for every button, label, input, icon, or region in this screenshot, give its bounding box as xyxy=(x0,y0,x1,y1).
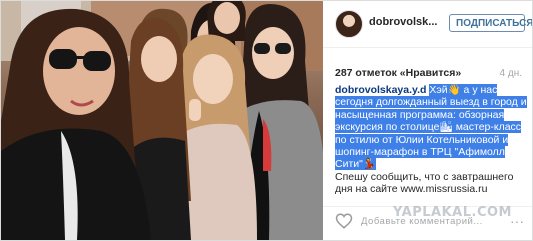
likes-count[interactable]: 287 отметок «Нравится» xyxy=(335,67,461,79)
more-options-icon[interactable]: ··· xyxy=(510,214,524,228)
avatar[interactable] xyxy=(335,10,363,38)
watermark: YAPLAKAL.COM xyxy=(393,205,512,220)
follow-button[interactable]: ПОДПИСАТЬСЯ xyxy=(449,14,532,32)
post-photo[interactable] xyxy=(1,1,323,240)
post-side-panel: dobrovolsk... ПОДПИСАТЬСЯ 287 отметок «Н… xyxy=(323,1,532,240)
username-link[interactable]: dobrovolsk... xyxy=(369,16,437,28)
caption-author-link[interactable]: dobrovolskaya.y.d xyxy=(335,84,426,96)
caption-text: Спешу сообщить, что с завтрашнего дня на… xyxy=(335,170,514,196)
group-selfie-image xyxy=(1,1,323,240)
post-caption: dobrovolskaya.y.d Хэй👋 а у нас сегодня д… xyxy=(335,84,529,196)
heart-icon[interactable] xyxy=(335,212,353,230)
instagram-post-card: dobrovolsk... ПОДПИСАТЬСЯ 287 отметок «Н… xyxy=(0,0,533,241)
post-time[interactable]: 4 дн. xyxy=(500,68,522,79)
post-header: dobrovolsk... ПОДПИСАТЬСЯ xyxy=(323,1,532,48)
caption-highlighted-text: Хэй👋 а у нас сегодня долгожданный выезд … xyxy=(335,84,527,171)
